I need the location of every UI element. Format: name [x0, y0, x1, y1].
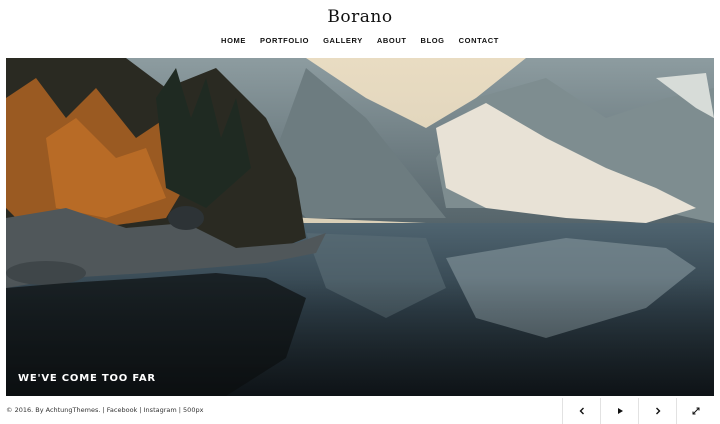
fullscreen-button[interactable]	[676, 398, 714, 424]
footer-credits: © 2016. By AchtungThemes. | Facebook | I…	[6, 406, 203, 414]
prev-button[interactable]	[562, 398, 600, 424]
main-nav: HOME PORTFOLIO GALLERY ABOUT BLOG CONTAC…	[0, 36, 720, 45]
hero-slide[interactable]: WE'VE COME TOO FAR	[6, 58, 714, 396]
chevron-left-icon	[579, 407, 584, 415]
site-title[interactable]: Borano	[0, 7, 720, 27]
nav-gallery[interactable]: GALLERY	[316, 36, 370, 45]
slide-caption: WE'VE COME TOO FAR	[18, 373, 156, 384]
nav-blog[interactable]: BLOG	[414, 36, 452, 45]
next-button[interactable]	[638, 398, 676, 424]
nav-about[interactable]: ABOUT	[370, 36, 414, 45]
chevron-right-icon	[655, 407, 660, 415]
fullscreen-icon	[692, 407, 699, 415]
facebook-link[interactable]: Facebook	[107, 406, 138, 414]
footer: © 2016. By AchtungThemes. | Facebook | I…	[0, 398, 720, 424]
instagram-link[interactable]: Instagram	[144, 406, 177, 414]
copyright-text: © 2016. By AchtungThemes.	[6, 406, 101, 414]
nav-contact[interactable]: CONTACT	[452, 36, 506, 45]
nav-portfolio[interactable]: PORTFOLIO	[253, 36, 316, 45]
play-icon	[617, 408, 623, 414]
nav-home[interactable]: HOME	[214, 36, 253, 45]
hero-image	[6, 58, 714, 396]
play-button[interactable]	[600, 398, 638, 424]
slider-controls	[562, 398, 714, 424]
500px-link[interactable]: 500px	[183, 406, 203, 414]
